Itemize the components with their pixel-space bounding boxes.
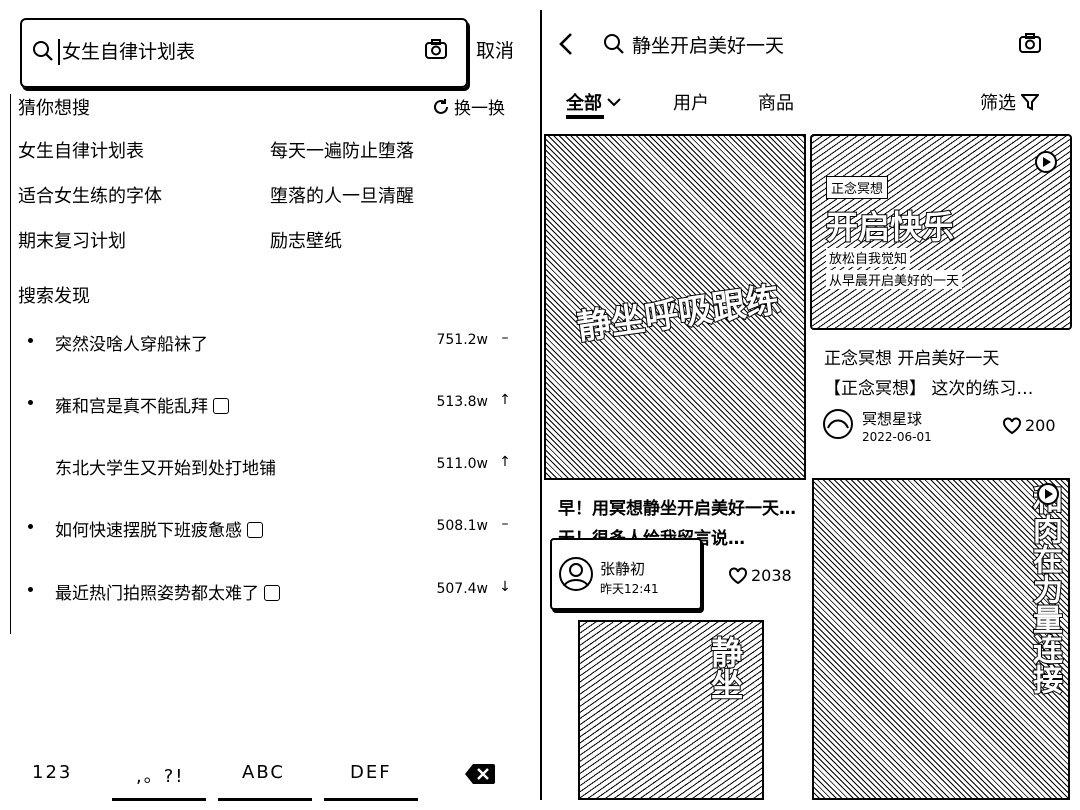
avatar bbox=[558, 556, 594, 592]
play-icon bbox=[1036, 482, 1060, 506]
discover-title: 搜索发现 bbox=[18, 286, 90, 307]
result-card-image[interactable]: 静坐 bbox=[578, 620, 764, 800]
card-subtitle: 【正念冥想】 这次的练习… bbox=[824, 379, 1034, 399]
chevron-down-icon bbox=[606, 96, 622, 108]
tab-all-label: 全部 bbox=[566, 93, 602, 114]
backspace-icon[interactable] bbox=[464, 762, 496, 786]
bullet bbox=[28, 338, 33, 343]
key-divider bbox=[112, 798, 206, 801]
filter-label: 筛选 bbox=[980, 93, 1016, 114]
suggestion-item[interactable]: 期末复习计划 bbox=[18, 227, 126, 253]
suggestion-item[interactable]: 堕落的人一旦清醒 bbox=[270, 182, 414, 208]
trending-label: 如何快速摆脱下班疲惫感 bbox=[55, 521, 242, 541]
heart-icon bbox=[728, 567, 748, 585]
trend-up-icon: ↑ bbox=[499, 392, 511, 408]
image-overlay-text: 开启快乐 bbox=[825, 207, 955, 247]
suggestion-item[interactable]: 女生自律计划表 bbox=[18, 137, 144, 163]
tab-indicator bbox=[566, 115, 604, 119]
camera-icon[interactable] bbox=[424, 38, 448, 60]
author-name: 张静初 bbox=[600, 560, 646, 578]
card-title: 早！用冥想静坐开启美好一天… bbox=[558, 499, 796, 519]
tab-products[interactable]: 商品 bbox=[758, 89, 794, 115]
trend-up-icon: ↑ bbox=[499, 454, 511, 470]
search-icon bbox=[603, 33, 625, 55]
card-title: 正念冥想 开启美好一天 bbox=[824, 349, 1000, 369]
image-overlay-text: 静坐呼吸跟练 bbox=[574, 279, 784, 349]
trend-flat-icon: – bbox=[501, 516, 509, 532]
tab-all[interactable]: 全部 bbox=[566, 89, 622, 115]
divider bbox=[10, 94, 11, 634]
result-card[interactable]: 正念冥想 开启快乐 放松自我觉知 从早晨开启美好的一天 正念冥想 开启美好一天 … bbox=[810, 134, 1072, 468]
back-arrow-icon[interactable] bbox=[558, 32, 574, 56]
bullet bbox=[28, 524, 33, 529]
trending-label: 突然没啥人穿船袜了 bbox=[55, 335, 208, 355]
overlay-line: 从早晨开启美好的一天 bbox=[826, 270, 963, 289]
trend-down-icon: ↓ bbox=[499, 579, 511, 595]
search-query[interactable]: 静坐开启美好一天 bbox=[632, 31, 784, 58]
avatar bbox=[822, 408, 854, 440]
text-cursor bbox=[58, 39, 60, 65]
like-count: 200 bbox=[1025, 416, 1056, 435]
tag-icon bbox=[247, 522, 263, 538]
key-abc[interactable]: ABC bbox=[242, 762, 285, 783]
refresh-label: 换一换 bbox=[454, 99, 505, 119]
search-suggestions-panel: 女生自律计划表 取消 猜你想搜 换一换 女生自律计划表 每天一遍防止堕落 适合女… bbox=[0, 0, 540, 810]
result-card-image[interactable]: 和肉在力量连接 bbox=[812, 478, 1070, 800]
key-def[interactable]: DEF bbox=[350, 762, 392, 783]
key-punctuation[interactable]: ,。?! bbox=[136, 762, 185, 788]
badge-label: 正念冥想 bbox=[826, 176, 889, 199]
tag-icon bbox=[264, 585, 280, 601]
trending-count: 508.1w bbox=[436, 518, 488, 534]
author-name: 冥想星球 bbox=[862, 410, 923, 428]
post-time: 昨天12:41 bbox=[600, 582, 659, 596]
trending-label: 雍和宫是真不能乱拜 bbox=[55, 397, 208, 417]
key-divider bbox=[324, 798, 418, 801]
suggestion-item[interactable]: 励志壁纸 bbox=[270, 227, 342, 253]
search-input[interactable]: 女生自律计划表 bbox=[62, 38, 195, 66]
tag-icon bbox=[213, 398, 229, 414]
trend-flat-icon: – bbox=[501, 330, 509, 346]
trending-row[interactable]: 如何快速摆脱下班疲惫感 508.1w – bbox=[28, 512, 518, 542]
trending-count: 511.0w bbox=[436, 456, 488, 472]
key-123[interactable]: 123 bbox=[32, 762, 72, 783]
image-overlay-text: 静坐 bbox=[705, 635, 745, 701]
like-button[interactable]: 200 bbox=[1002, 416, 1056, 435]
trending-count: 513.8w bbox=[436, 394, 488, 410]
search-bar[interactable]: 女生自律计划表 bbox=[20, 18, 468, 88]
card-image: 静坐呼吸跟练 bbox=[544, 134, 806, 480]
camera-icon[interactable] bbox=[1018, 32, 1042, 54]
result-card[interactable]: 静坐呼吸跟练 早！用冥想静坐开启美好一天… 天！很多人给我留言说… 张静初 昨天… bbox=[544, 134, 806, 616]
like-button[interactable]: 2038 bbox=[728, 566, 792, 585]
trending-row[interactable]: 最近热门拍照姿势都太难了 507.4w ↓ bbox=[28, 575, 518, 605]
key-divider bbox=[218, 798, 312, 801]
author-box[interactable]: 张静初 昨天12:41 bbox=[550, 538, 702, 610]
bullet bbox=[28, 587, 33, 592]
cancel-button[interactable]: 取消 bbox=[476, 36, 514, 63]
guess-title: 猜你想搜 bbox=[18, 98, 90, 119]
refresh-button[interactable]: 换一换 bbox=[432, 94, 505, 119]
tab-users[interactable]: 用户 bbox=[673, 89, 709, 115]
bullet bbox=[28, 400, 33, 405]
trending-row[interactable]: 突然没啥人穿船袜了 751.2w – bbox=[28, 326, 518, 356]
trending-row[interactable]: 东北大学生又开始到处打地铺 511.0w ↑ bbox=[28, 450, 518, 480]
overlay-line: 放松自我觉知 bbox=[826, 248, 911, 267]
card-image: 正念冥想 开启快乐 放松自我觉知 从早晨开启美好的一天 bbox=[810, 134, 1072, 330]
play-icon bbox=[1034, 150, 1058, 174]
heart-icon bbox=[1002, 417, 1022, 435]
search-icon bbox=[32, 40, 54, 62]
suggestion-item[interactable]: 每天一遍防止堕落 bbox=[270, 137, 414, 163]
suggestion-item[interactable]: 适合女生练的字体 bbox=[18, 182, 162, 208]
trending-count: 507.4w bbox=[436, 581, 488, 597]
trending-label: 最近热门拍照姿势都太难了 bbox=[55, 584, 259, 604]
trending-row[interactable]: 雍和宫是真不能乱拜 513.8w ↑ bbox=[28, 388, 518, 418]
image-overlay-text: 和肉在力量连接 bbox=[1026, 483, 1063, 695]
filter-icon bbox=[1021, 93, 1039, 111]
refresh-icon bbox=[432, 98, 450, 116]
search-results-panel: 静坐开启美好一天 全部 用户 商品 筛选 静坐呼吸跟练 早！用冥想静坐开启美好一… bbox=[540, 0, 1080, 810]
trending-count: 751.2w bbox=[436, 332, 488, 348]
trending-label: 东北大学生又开始到处打地铺 bbox=[55, 459, 276, 479]
post-time: 2022-06-01 bbox=[862, 430, 932, 444]
filter-button[interactable]: 筛选 bbox=[980, 89, 1039, 115]
like-count: 2038 bbox=[751, 566, 792, 585]
